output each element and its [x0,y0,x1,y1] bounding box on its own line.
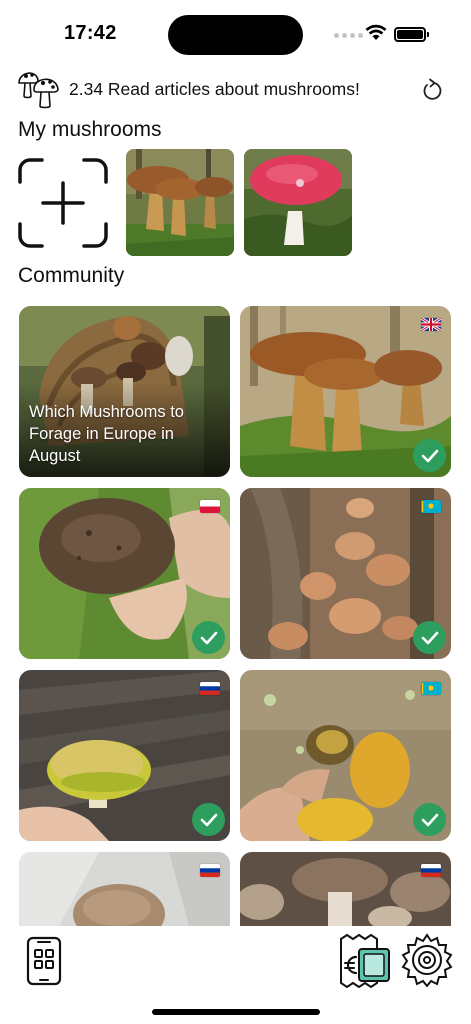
kazakhstan-flag-icon [421,500,441,513]
gear-icon [401,933,453,988]
community-card[interactable] [240,670,451,841]
verified-badge [192,621,225,654]
my-mushrooms-title: My mushrooms [18,118,162,141]
scan-plus-icon [18,158,108,248]
uk-flag-icon [421,318,441,331]
my-mushroom-thumbnail[interactable] [126,149,234,256]
verified-badge [413,439,446,472]
community-card[interactable] [240,852,451,926]
russia-flag-icon [421,864,441,877]
euro-wallet-icon [340,933,390,989]
community-card[interactable] [19,670,230,841]
verified-badge [192,803,225,836]
checkmark-icon [421,813,438,826]
checkmark-icon [421,631,438,644]
community-card[interactable] [19,488,230,659]
checkmark-icon [200,631,217,644]
add-mushroom-button[interactable] [18,158,108,248]
wifi-icon [365,24,387,40]
russia-flag-icon [200,864,220,877]
home-indicator[interactable] [152,1009,320,1015]
settings-button[interactable] [400,933,454,988]
poland-flag-icon [200,500,220,513]
checkmark-icon [200,813,217,826]
community-card[interactable] [19,852,230,926]
community-title: Community [18,264,125,287]
my-mushroom-thumbnail[interactable] [244,149,352,256]
article-caption: Which Mushrooms to Forage in Europe in A… [29,403,184,465]
refresh-button[interactable] [418,76,446,104]
cellular-signal-icon [334,33,363,38]
phone-grid-icon [26,936,62,986]
kazakhstan-flag-icon [421,682,441,695]
dynamic-island [168,15,303,55]
phone-grid-button[interactable] [26,936,62,986]
status-bar: 17:42 [0,0,471,64]
battery-icon [394,27,429,42]
mushroom-cluster-photo [240,852,451,926]
mushroom-logo-icon [18,72,59,109]
russula-photo [244,149,352,256]
header-title[interactable]: 2.34 Read articles about mushrooms! [69,79,360,100]
bolete-photo [126,149,234,256]
bagged-mushroom-photo [19,852,230,926]
wallet-button[interactable] [337,933,393,989]
verified-badge [413,803,446,836]
status-time: 17:42 [64,22,117,44]
checkmark-icon [421,449,438,462]
russia-flag-icon [200,682,220,695]
verified-badge [413,621,446,654]
community-card[interactable] [240,306,451,477]
refresh-icon [423,78,442,100]
community-card[interactable] [240,488,451,659]
community-card-article[interactable]: Which Mushrooms to Forage in Europe in A… [19,306,230,477]
